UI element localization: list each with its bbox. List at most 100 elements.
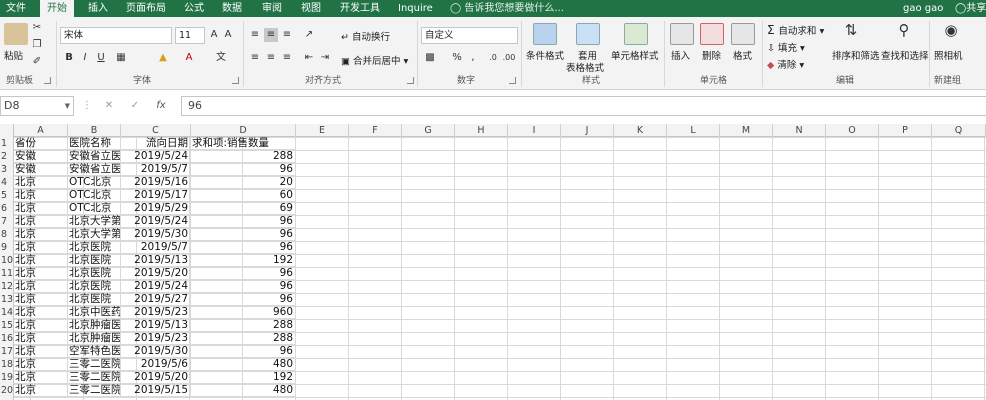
cell-d[interactable]: 288: [191, 150, 296, 163]
cell-d[interactable]: 192: [191, 254, 296, 267]
tab-data[interactable]: 数据: [222, 0, 242, 17]
column-header[interactable]: C: [121, 124, 191, 137]
paste-label[interactable]: 粘贴: [4, 48, 23, 62]
find-select-label[interactable]: 查找和选择: [881, 48, 929, 62]
cell-a[interactable]: 省份: [14, 137, 68, 150]
row-header[interactable]: 14: [0, 306, 14, 319]
column-header[interactable]: P: [879, 124, 932, 137]
column-header[interactable]: N: [773, 124, 826, 137]
select-all-corner[interactable]: [0, 124, 14, 137]
align-middle-icon[interactable]: ≡: [264, 28, 278, 42]
cell-a[interactable]: 北京: [14, 371, 68, 384]
row-header[interactable]: 12: [0, 280, 14, 293]
enter-icon[interactable]: ✓: [128, 99, 142, 113]
cell-b[interactable]: 三零二医院: [68, 358, 121, 371]
cell-b[interactable]: 北京肿瘤医: [68, 332, 121, 345]
column-header[interactable]: J: [561, 124, 614, 137]
cell-d[interactable]: 96: [191, 228, 296, 241]
cell-a[interactable]: 北京: [14, 215, 68, 228]
column-header[interactable]: B: [68, 124, 121, 137]
delete-cells-icon[interactable]: [700, 23, 724, 45]
cell-b[interactable]: 空军特色医: [68, 345, 121, 358]
sort-filter-icon[interactable]: ⇅: [840, 23, 862, 38]
cell-b[interactable]: 三零二医院: [68, 371, 121, 384]
align-center-icon[interactable]: ≡: [264, 51, 278, 65]
column-header[interactable]: H: [455, 124, 508, 137]
fill-button[interactable]: ⇩ 填充 ▾: [767, 40, 805, 54]
decrease-decimal-icon[interactable]: .00: [502, 51, 516, 65]
column-header[interactable]: O: [826, 124, 879, 137]
tab-review[interactable]: 审阅: [262, 0, 282, 17]
cell-a[interactable]: 北京: [14, 176, 68, 189]
cell-a[interactable]: 安徽: [14, 150, 68, 163]
cell-c[interactable]: 2019/5/20: [121, 371, 191, 384]
cell-a[interactable]: 北京: [14, 319, 68, 332]
align-left-icon[interactable]: ≡: [248, 51, 262, 65]
column-header[interactable]: Q: [932, 124, 986, 137]
cell-b[interactable]: 医院名称: [68, 137, 121, 150]
insert-function-icon[interactable]: fx: [154, 99, 168, 113]
conditional-format-label[interactable]: 条件格式: [526, 48, 564, 62]
cell-a[interactable]: 北京: [14, 358, 68, 371]
clear-button[interactable]: ◆ 清除 ▾: [767, 57, 804, 71]
cell-c[interactable]: 2019/5/23: [121, 306, 191, 319]
insert-cells-label[interactable]: 插入: [671, 48, 690, 62]
wrap-text-button[interactable]: ↵ 自动换行: [341, 29, 390, 43]
cell-d[interactable]: 96: [191, 267, 296, 280]
cell-a[interactable]: 北京: [14, 228, 68, 241]
cell-c[interactable]: 流向日期: [121, 137, 191, 150]
tab-home[interactable]: 开始: [40, 0, 74, 17]
comma-style-icon[interactable]: ,: [466, 51, 480, 65]
cut-icon[interactable]: ✂: [30, 21, 44, 35]
format-as-table-label-2[interactable]: 表格格式: [566, 60, 604, 74]
cell-b[interactable]: OTC北京: [68, 176, 121, 189]
cell-c[interactable]: 2019/5/13: [121, 254, 191, 267]
name-box[interactable]: D8 ▼: [0, 96, 74, 116]
cell-b[interactable]: 北京大学第: [68, 215, 121, 228]
cell-c[interactable]: 2019/5/24: [121, 150, 191, 163]
cell-b[interactable]: 北京大学第: [68, 228, 121, 241]
phonetic-icon[interactable]: 文: [214, 51, 228, 65]
tab-insert[interactable]: 插入: [88, 0, 108, 17]
fill-color-icon[interactable]: ▲: [156, 51, 170, 65]
cell-d[interactable]: 288: [191, 319, 296, 332]
row-header[interactable]: 19: [0, 371, 14, 384]
cell-d[interactable]: 480: [191, 358, 296, 371]
align-right-icon[interactable]: ≡: [280, 51, 294, 65]
cell-d[interactable]: 288: [191, 332, 296, 345]
cell-c[interactable]: 2019/5/20: [121, 267, 191, 280]
cell-b[interactable]: 三零二医院: [68, 384, 121, 397]
cell-c[interactable]: 2019/5/24: [121, 280, 191, 293]
camera-label[interactable]: 照相机: [934, 48, 963, 62]
accounting-format-icon[interactable]: ▩: [423, 51, 437, 65]
row-header[interactable]: 5: [0, 189, 14, 202]
row-header[interactable]: 11: [0, 267, 14, 280]
column-header[interactable]: L: [667, 124, 720, 137]
row-header[interactable]: 13: [0, 293, 14, 306]
tab-developer[interactable]: 开发工具: [340, 0, 380, 17]
border-icon[interactable]: ▦: [114, 51, 128, 65]
worksheet-grid[interactable]: A B C D E F G H I J K L M N O P Q 123456…: [0, 124, 986, 400]
cell-b[interactable]: 北京医院: [68, 254, 121, 267]
cell-a[interactable]: 北京: [14, 202, 68, 215]
cell-d[interactable]: 求和项:销售数量: [191, 137, 296, 150]
cell-d[interactable]: 69: [191, 202, 296, 215]
decrease-indent-icon[interactable]: ⇤: [302, 51, 316, 65]
cell-a[interactable]: 北京: [14, 293, 68, 306]
paste-icon[interactable]: [4, 23, 28, 45]
row-header[interactable]: 8: [0, 228, 14, 241]
font-size-select[interactable]: 11: [175, 27, 205, 44]
increase-decimal-icon[interactable]: .0: [486, 51, 500, 65]
underline-button[interactable]: U: [94, 51, 108, 65]
cell-c[interactable]: 2019/5/6: [121, 358, 191, 371]
tab-inquire[interactable]: Inquire: [398, 0, 433, 17]
row-header[interactable]: 17: [0, 345, 14, 358]
cell-a[interactable]: 北京: [14, 254, 68, 267]
row-header[interactable]: 7: [0, 215, 14, 228]
cell-c[interactable]: 2019/5/7: [121, 241, 191, 254]
cell-b[interactable]: 安徽省立医: [68, 163, 121, 176]
format-painter-icon[interactable]: ✐: [30, 55, 44, 69]
cancel-icon[interactable]: ✕: [102, 99, 116, 113]
formula-input[interactable]: 96: [181, 96, 986, 116]
cell-c[interactable]: 2019/5/24: [121, 215, 191, 228]
